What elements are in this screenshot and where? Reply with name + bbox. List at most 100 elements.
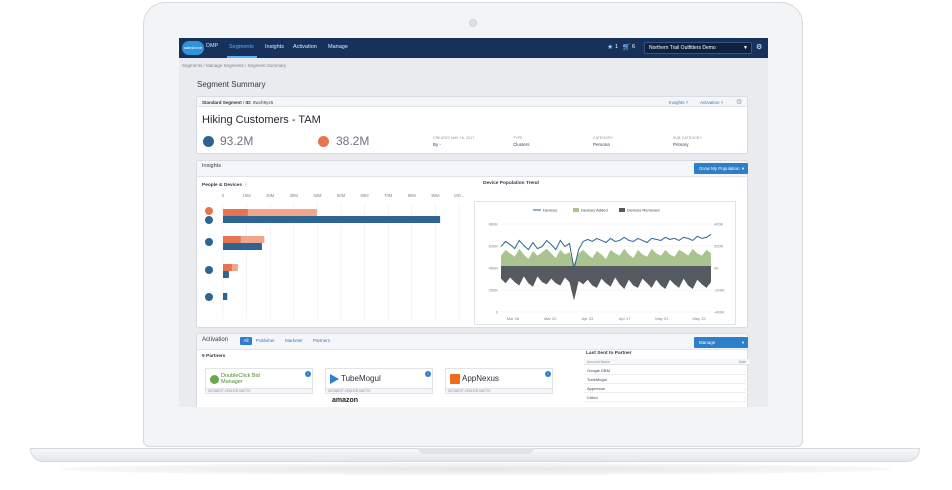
camera-icon — [469, 19, 477, 27]
tab-all[interactable]: All — [240, 337, 252, 345]
people-bar — [223, 236, 241, 243]
cart-count: 6 — [632, 44, 636, 50]
x-tick-label: 0 — [222, 193, 225, 198]
segment-card-header: Standard Segment / ID: rtwch9yz6 Insight… — [197, 97, 747, 107]
breadcrumb: Segments / Manage Segments / Segment Sum… — [182, 63, 286, 68]
gear-icon[interactable]: ⚙ — [756, 43, 762, 51]
top-nav: salesforce DMP Segments Insights Activat… — [179, 38, 768, 58]
devices-added-area — [501, 248, 711, 266]
segment-meta: Standard Segment / ID: rtwch9yz6 — [202, 100, 273, 105]
people-bar — [223, 209, 248, 216]
x-tick-label: 30M — [290, 193, 299, 198]
y-tick-label: 400K — [489, 266, 499, 271]
last-sent-account: Google DBM — [587, 368, 610, 373]
y-tick-label: 800K — [489, 222, 499, 227]
last-sent-row[interactable]: Google DBM - — [584, 366, 750, 375]
partner-match-label: SEGMENT-VENDOR-MATCH — [325, 388, 433, 394]
legend-swatch — [573, 208, 579, 212]
partner-name: AppNexus — [462, 374, 499, 383]
partner-name: DoubleClick Bid Manager — [221, 373, 260, 385]
y-tick-label: 0 — [496, 310, 499, 315]
segment-card: Standard Segment / ID: rtwch9yz6 Insight… — [196, 96, 748, 154]
people-bar — [223, 264, 232, 271]
x-tick-label: 90M — [431, 193, 440, 198]
org-select[interactable]: Northern Trail Outfitters Demo ▼ — [644, 42, 752, 54]
x-tick-label: 80M — [408, 193, 417, 198]
date-header: Date — [738, 360, 746, 364]
last-sent-account: Criteo — [587, 395, 598, 400]
people-metric: 93.2M — [220, 134, 254, 148]
pin-icon[interactable]: ★ — [607, 43, 613, 51]
x-tick-label: 50M — [337, 193, 346, 198]
chevron-down-icon: ▼ — [741, 166, 745, 171]
nav-insights[interactable]: Insights — [265, 44, 284, 50]
nav-activation[interactable]: Activation — [293, 44, 317, 50]
partner-name: TubeMogul — [341, 374, 381, 383]
manage-button[interactable]: Manage ▼ — [694, 337, 748, 348]
tubemogul-logo-icon — [330, 374, 339, 384]
legend-label: Devices Removed — [627, 208, 659, 213]
y2-tick-label: 0K — [714, 266, 719, 271]
salesforce-logo[interactable]: salesforce — [182, 41, 204, 55]
info-icon[interactable]: ⓘ — [243, 183, 248, 188]
people-row-icon — [205, 207, 213, 215]
devices-bar — [223, 216, 441, 223]
y2-tick-label: 400K — [714, 222, 724, 227]
insights-dropdown[interactable]: Insights ˅ — [669, 100, 688, 105]
nav-segments[interactable]: Segments — [229, 44, 254, 50]
last-sent-row[interactable]: TubeMogul - — [584, 375, 750, 384]
last-sent-title: Last Sent to Partner — [586, 351, 632, 356]
info-icon[interactable]: i — [305, 371, 311, 377]
subcategory-value: Primary — [673, 142, 689, 147]
legend-label: Devices — [543, 208, 557, 213]
partners-count: 5 Partners — [202, 354, 226, 359]
devices-bar — [223, 243, 262, 250]
segment-type: Standard Segment — [202, 99, 242, 105]
laptop-notch — [418, 448, 534, 454]
tab-marketer[interactable]: Marketer — [285, 338, 303, 343]
chevron-down-icon: ▼ — [741, 340, 745, 345]
breadcrumb-manage-segments[interactable]: Manage Segments — [206, 63, 244, 68]
last-sent-row[interactable]: Appnexus - — [584, 384, 750, 393]
people-devices-chart: 0 10M 20M 30M 40M 50M 60M 70M 80M 90M 100... — [205, 193, 464, 319]
x-tick-label: 40M — [313, 193, 322, 198]
people-icon — [203, 136, 214, 147]
x-tick-label: May 01 — [655, 316, 669, 321]
breadcrumb-current: Segment Summary — [247, 63, 287, 68]
trend-title: Device Population Trend — [483, 181, 539, 186]
people-devices-title-text: People & Devices — [202, 183, 242, 188]
appnexus-logo-icon — [450, 374, 460, 384]
partner-match-label: SEGMENT-VENDOR-MATCH — [445, 388, 553, 394]
tab-publisher[interactable]: Publisher — [256, 338, 275, 343]
x-tick-label: May 15 — [692, 316, 706, 321]
info-icon[interactable]: i — [545, 371, 551, 377]
activation-dropdown[interactable]: Activation ˅ — [700, 100, 723, 105]
grow-population-button[interactable]: Grow My Population ▼ — [694, 163, 748, 174]
org-select-value: Northern Trail Outfitters Demo — [649, 45, 716, 51]
gear-icon[interactable]: ⚙ — [736, 98, 742, 106]
insights-title: Insights — [202, 163, 221, 169]
breadcrumb-segments[interactable]: Segments — [182, 63, 202, 68]
nav-manage[interactable]: Manage — [328, 44, 348, 50]
segment-id-label: ID: — [245, 99, 252, 105]
alerts-count: 1 — [615, 44, 619, 50]
people-devices-title: People & Devices ⓘ — [202, 181, 248, 188]
devices-bar — [223, 271, 229, 278]
type-label: Type — [513, 136, 523, 140]
insights-dropdown-label: Insights — [669, 100, 685, 105]
x-tick-label: Mar 06 — [507, 316, 520, 321]
devices-row-icon — [205, 216, 213, 224]
info-icon[interactable]: i — [425, 371, 431, 377]
last-sent-account: Appnexus — [587, 386, 605, 391]
x-tick-label: 10M — [243, 193, 252, 198]
trend-chart-frame: Devices Devices Added Devices Removed 800K 4… — [474, 201, 736, 325]
doubleclick-logo-icon — [210, 375, 219, 384]
subcategory-label: Sub-Category — [673, 136, 702, 140]
y-tick-label: 600K — [489, 244, 499, 249]
cart-icon[interactable]: 🛒︎ — [622, 43, 631, 51]
app-name: DMP — [206, 43, 219, 49]
last-sent-row[interactable]: Criteo - — [584, 393, 750, 402]
x-tick-label: 70M — [384, 193, 393, 198]
tab-partners[interactable]: Partners — [313, 338, 330, 343]
devices-metric: 38.2M — [336, 134, 370, 148]
